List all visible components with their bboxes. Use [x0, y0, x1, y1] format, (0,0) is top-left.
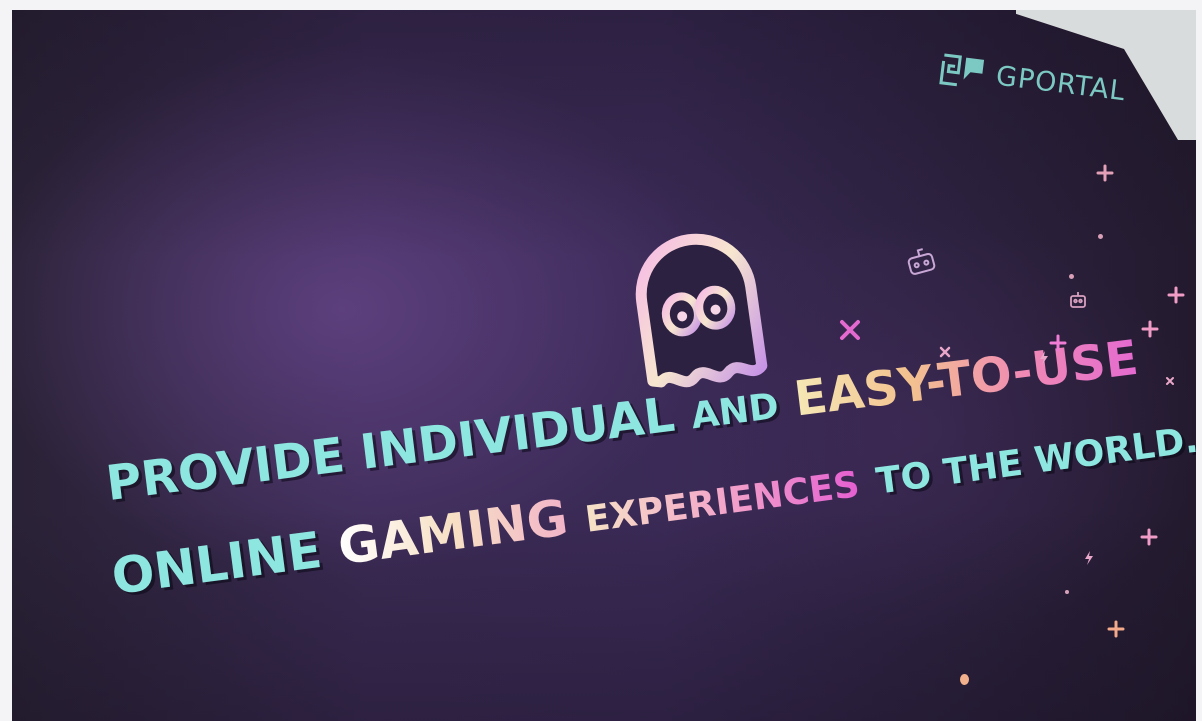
x-icon	[1166, 377, 1174, 385]
x-icon	[840, 320, 860, 340]
plus-icon	[1141, 320, 1159, 338]
x-icon	[939, 346, 951, 358]
gamepad-icon	[907, 248, 936, 275]
lightning-icon	[1040, 351, 1048, 365]
slogan-to-the-world: TO THE WORLD.	[873, 419, 1196, 503]
slogan-gaming: GAMING	[334, 488, 572, 577]
dot-icon	[960, 674, 969, 685]
robot-icon	[1070, 292, 1086, 308]
photo-frame: GPORTAL PROVIDE INDIVIDUAL AND EASY-TO-U…	[12, 10, 1196, 721]
slogan-experiences: EXPERIENCES	[582, 464, 862, 541]
dot-icon	[1065, 590, 1069, 594]
plus-icon	[1096, 164, 1114, 182]
plus-icon	[1049, 334, 1067, 352]
plus-icon	[1107, 620, 1125, 638]
plus-icon	[1140, 528, 1158, 546]
slogan-and: AND	[688, 385, 782, 438]
slogan: PROVIDE INDIVIDUAL AND EASY-TO-USE ONLIN…	[12, 10, 1196, 721]
plus-icon	[1167, 286, 1185, 304]
dot-icon	[1098, 234, 1103, 239]
slogan-online: ONLINE	[108, 520, 326, 606]
slogan-easy-to-use: EASY-TO-USE	[791, 329, 1142, 428]
lightning-icon	[1085, 551, 1093, 565]
dot-icon	[1069, 274, 1074, 279]
